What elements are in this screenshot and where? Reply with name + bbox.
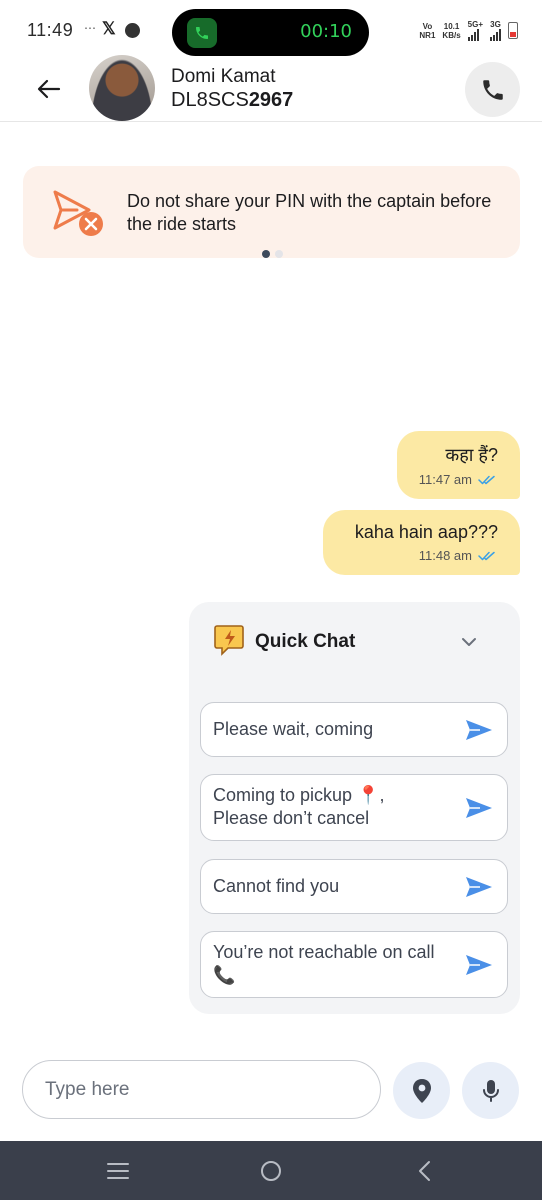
system-nav-bar bbox=[0, 1141, 542, 1200]
message-text: kaha hain aap??? bbox=[354, 522, 498, 542]
message-input-wrapper bbox=[22, 1060, 381, 1119]
driver-name: Domi Kamat bbox=[171, 66, 276, 87]
home-icon[interactable] bbox=[258, 1158, 284, 1184]
nav-back-icon[interactable] bbox=[411, 1158, 437, 1184]
double-check-icon bbox=[478, 551, 495, 560]
voice-message-button[interactable] bbox=[462, 1062, 519, 1119]
volte-label: Vo NR1 bbox=[419, 21, 436, 40]
safety-banner: Do not share your PIN with the captain b… bbox=[23, 166, 520, 258]
call-timer: 00:10 bbox=[300, 21, 352, 42]
chat-header: Domi Kamat DL8SCS2967 bbox=[0, 55, 542, 122]
sent-message[interactable]: कहा हैं? 11:47 am bbox=[397, 431, 520, 499]
back-arrow-icon[interactable] bbox=[34, 74, 64, 104]
quick-reply-text: Coming to pickup 📍, Please don’t cancel bbox=[213, 785, 385, 828]
share-blocked-icon bbox=[53, 190, 103, 236]
phone-icon bbox=[187, 18, 217, 48]
double-check-icon bbox=[478, 475, 495, 484]
message-time: 11:47 am bbox=[419, 472, 496, 487]
send-icon[interactable] bbox=[465, 796, 493, 820]
network-speed: 10.1 KB/s bbox=[442, 21, 461, 40]
share-location-button[interactable] bbox=[393, 1062, 450, 1119]
status-bar: 11:49 ⋯ 𝕏 00:10 Vo NR1 10.1 KB/s 5G+ 3G bbox=[0, 0, 542, 56]
send-icon[interactable] bbox=[465, 953, 493, 977]
quick-reply-text: Please wait, coming bbox=[213, 719, 374, 739]
lightning-chat-icon bbox=[214, 625, 244, 656]
vehicle-plate: DL8SCS2967 bbox=[171, 89, 294, 111]
ongoing-call-pill[interactable]: 00:10 bbox=[172, 9, 369, 56]
message-text: कहा हैं? bbox=[445, 445, 498, 465]
quick-reply-text: Cannot find you bbox=[213, 876, 340, 896]
3g-signal-icon: 3G bbox=[490, 20, 501, 41]
send-icon[interactable] bbox=[465, 875, 493, 899]
banner-text: Do not share your PIN with the captain b… bbox=[127, 191, 492, 234]
x-app-icon: 𝕏 bbox=[102, 19, 116, 38]
call-button[interactable] bbox=[465, 62, 520, 117]
carousel-dot bbox=[275, 250, 283, 258]
driver-avatar[interactable] bbox=[89, 55, 155, 121]
quick-reply-option[interactable]: Please wait, coming bbox=[200, 702, 508, 757]
quick-chat-title: Quick Chat bbox=[255, 631, 356, 652]
notification-dots-icon: ⋯ bbox=[84, 21, 96, 35]
message-input[interactable] bbox=[45, 1075, 365, 1105]
quick-reply-option[interactable]: You’re not reachable on call 📞 bbox=[200, 931, 508, 998]
menu-icon[interactable] bbox=[105, 1158, 131, 1184]
quick-reply-option[interactable]: Cannot find you bbox=[200, 859, 508, 914]
message-time: 11:48 am bbox=[419, 548, 496, 563]
phone-icon bbox=[482, 79, 503, 100]
5g-signal-icon: 5G+ bbox=[467, 20, 483, 41]
send-icon[interactable] bbox=[465, 718, 493, 742]
microphone-icon bbox=[482, 1079, 499, 1102]
sent-message[interactable]: kaha hain aap??? 11:48 am bbox=[323, 510, 520, 575]
chevron-down-icon[interactable] bbox=[459, 632, 479, 652]
quick-chat-panel: Quick Chat Please wait, coming Coming to… bbox=[189, 602, 520, 1014]
location-pin-icon bbox=[412, 1078, 431, 1103]
battery-icon bbox=[508, 22, 518, 39]
quick-reply-option[interactable]: Coming to pickup 📍, Please don’t cancel bbox=[200, 774, 508, 841]
status-time: 11:49 bbox=[27, 20, 74, 40]
status-indicators: Vo NR1 10.1 KB/s 5G+ 3G bbox=[419, 20, 518, 41]
quick-reply-text: You’re not reachable on call 📞 bbox=[213, 942, 435, 985]
carousel-dots bbox=[262, 250, 283, 258]
whatsapp-icon bbox=[125, 23, 140, 38]
carousel-dot-active bbox=[262, 250, 270, 258]
